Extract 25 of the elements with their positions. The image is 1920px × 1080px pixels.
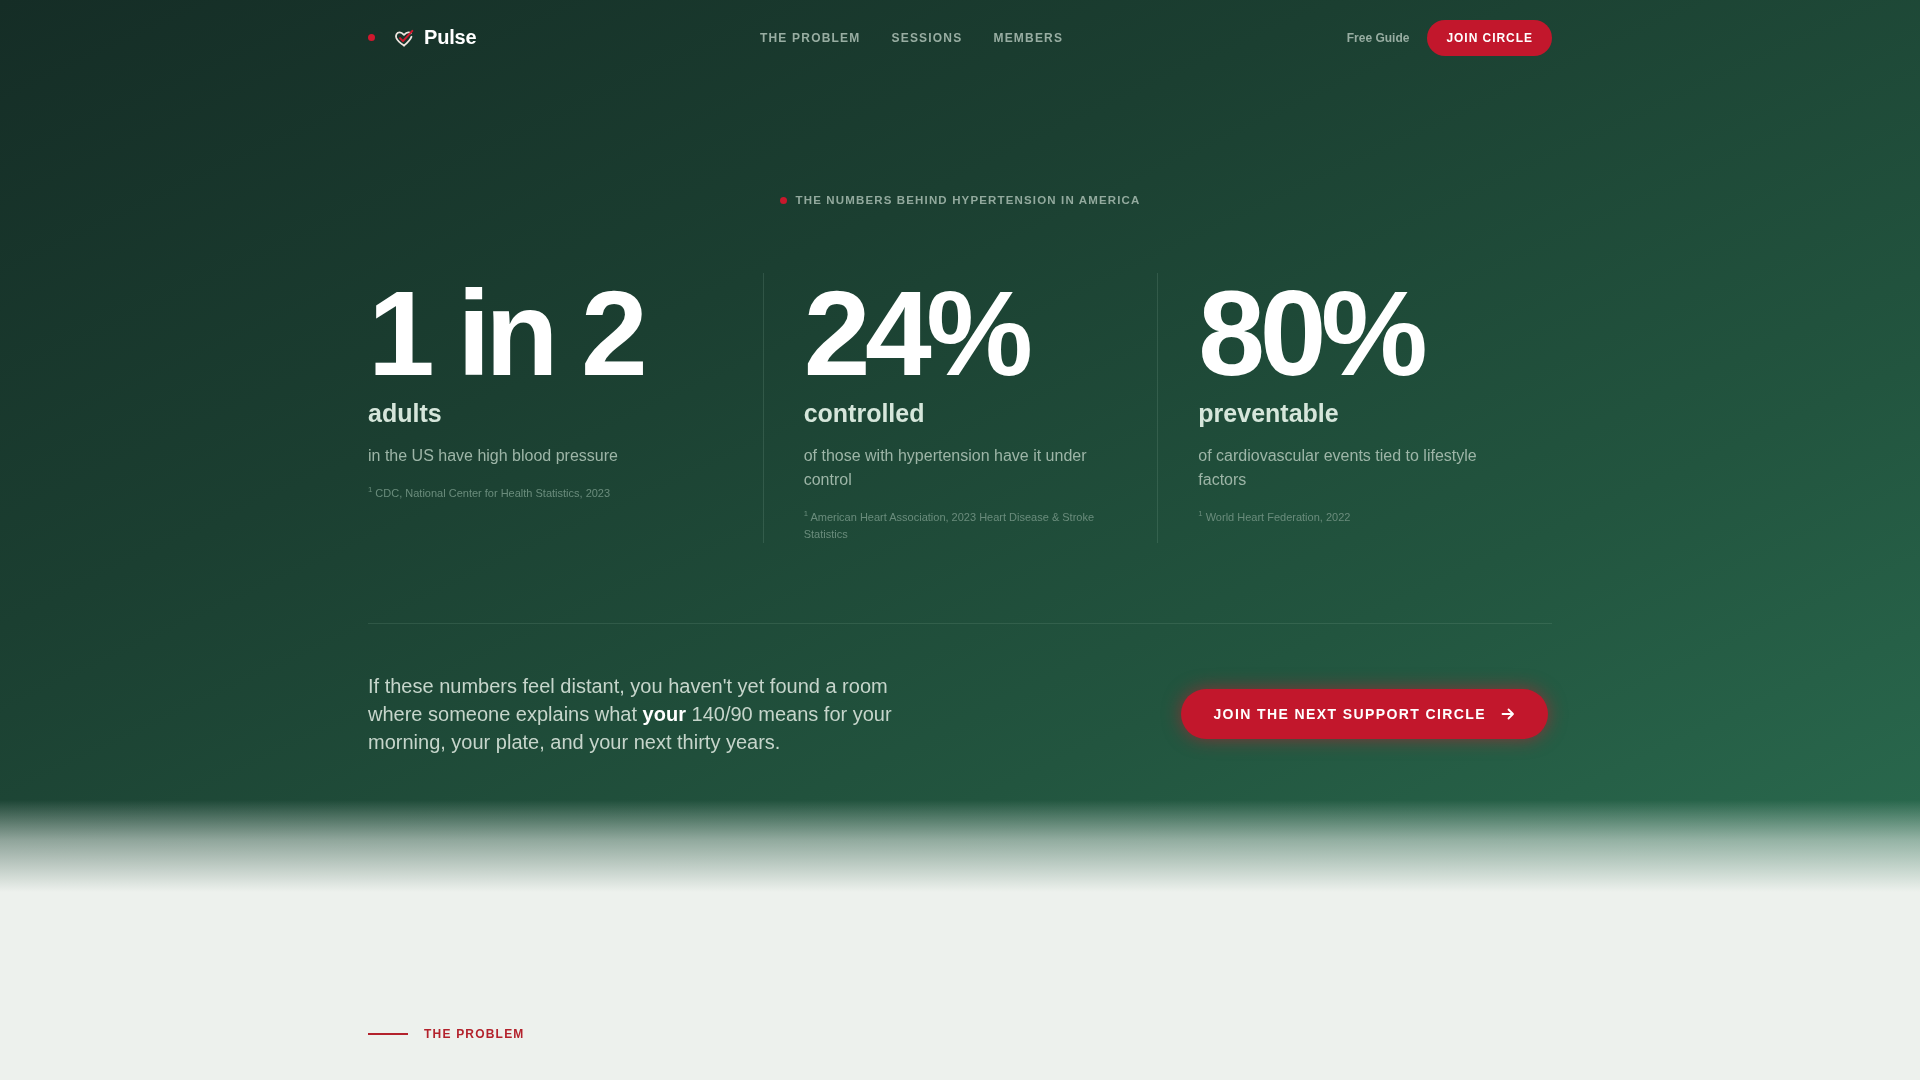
section-eyebrow: THE NUMBERS BEHIND HYPERTENSION IN AMERICA [795, 193, 1141, 207]
stat-source: $^{1}$ World Heart Federation, 2022 [1198, 509, 1352, 525]
cta-paragraph: If these numbers feel distant, you haven't yet found a room where someone explains what your 140/90 means for your morning, your plate, and your next thirty years. [368, 674, 893, 755]
join-circle-button[interactable]: JOIN CIRCLE [1427, 19, 1552, 56]
stat-source: $^{1}$ CDC, National Center for Health Statistics, 2023 [368, 485, 612, 501]
stat-label: controlled [803, 398, 926, 428]
nav-link[interactable]: MEMBERS [993, 30, 1064, 45]
heart-check-icon [394, 27, 414, 48]
stat-value: 24% [803, 273, 1030, 393]
dot-icon [779, 196, 787, 204]
free-guide-link[interactable]: Free Guide [1346, 30, 1410, 45]
stat-description: of cardiovascular events tied to lifestyle factors [1198, 446, 1478, 490]
stat-value: 80% [1198, 273, 1424, 393]
join-support-circle-button[interactable]: JOIN THE NEXT SUPPORT CIRCLE [1181, 689, 1548, 739]
stat-description: in the US have high blood pressure [368, 446, 619, 466]
stat-label: preventable [1198, 398, 1340, 428]
dot-icon [368, 34, 375, 41]
nav-link[interactable]: THE PROBLEM [759, 30, 861, 45]
brand-name[interactable]: Pulse [424, 26, 477, 49]
arrow-right-icon [1500, 706, 1516, 722]
stat-value: 1 in 2 [368, 273, 644, 393]
section-label: THE PROBLEM [424, 1027, 525, 1041]
stat-description: of those with hypertension have it under control [803, 446, 1088, 490]
nav-link[interactable]: SESSIONS [891, 30, 963, 45]
stat-label: adults [368, 398, 443, 428]
